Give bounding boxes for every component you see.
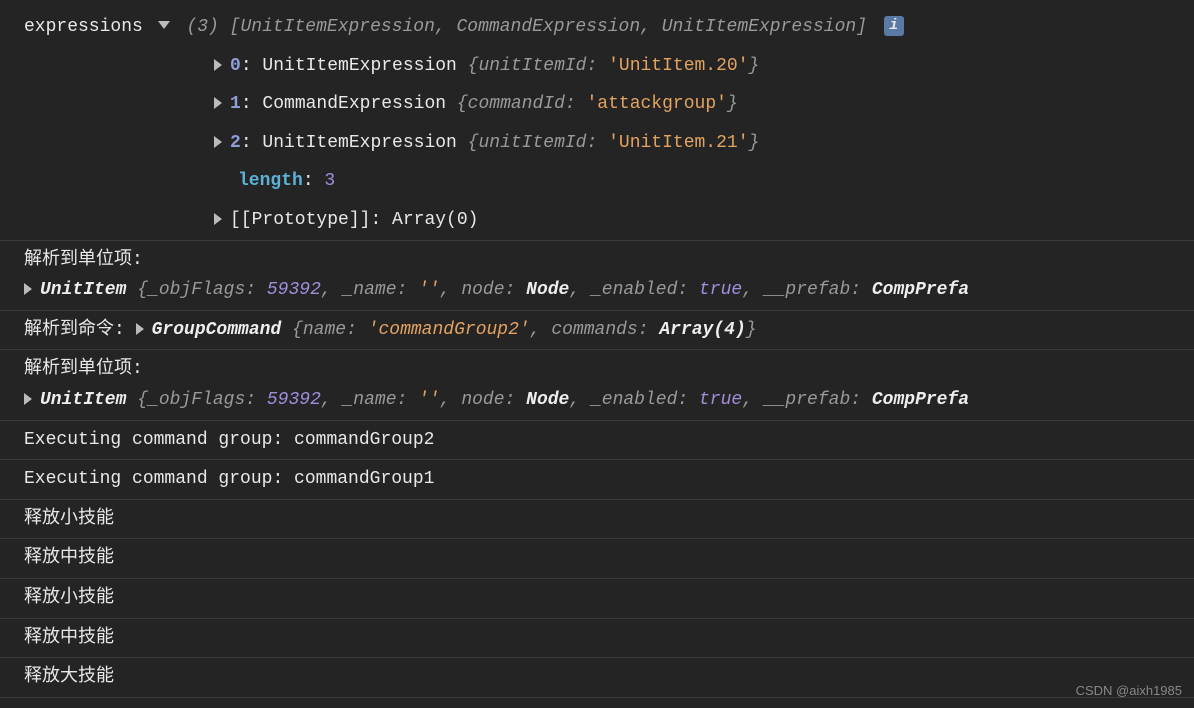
object-type: UnitItem [40,280,137,300]
expand-collapse-icon[interactable] [158,21,170,29]
info-icon[interactable]: i [884,16,904,36]
log-unit-item[interactable]: 解析到单位项: UnitItem {_objFlags: 59392, _nam… [0,350,1194,420]
array-index: 1 [230,94,241,114]
expand-icon[interactable] [24,283,32,295]
prototype-value: Array(0) [392,210,478,230]
object-type: UnitItem [40,390,137,410]
expand-icon[interactable] [214,136,222,148]
expand-icon[interactable] [136,323,144,335]
object-type: GroupCommand [152,320,292,340]
length-row[interactable]: length: 3 [0,162,1194,201]
property-key: commandId: [468,94,587,114]
expand-icon[interactable] [214,213,222,225]
array-index: 0 [230,56,241,76]
prototype-key: [[Prototype]] [230,210,370,230]
array-index: 2 [230,133,241,153]
property-value: 'attackgroup' [587,94,727,114]
watermark: CSDN @aixh1985 [1076,680,1182,702]
expand-icon[interactable] [214,97,222,109]
array-summary-types: [UnitItemExpression, CommandExpression, … [230,17,867,37]
property-name: expressions [24,17,143,37]
length-key: length [238,171,303,191]
log-message[interactable]: 释放中技能 [0,539,1194,579]
log-message[interactable]: 释放小技能 [0,579,1194,619]
log-label: 解析到单位项: [24,250,143,270]
expand-icon[interactable] [24,393,32,405]
console-output: expressions (3) [UnitItemExpression, Com… [0,0,1194,706]
log-label: 解析到单位项: [24,359,143,379]
log-message[interactable]: 释放中技能 [0,619,1194,659]
length-value: 3 [324,171,335,191]
object-type: UnitItemExpression [262,133,467,153]
object-header-row[interactable]: expressions (3) [UnitItemExpression, Com… [0,8,1194,47]
property-value: 'UnitItem.20' [608,56,748,76]
log-label: 解析到命令: [24,320,136,340]
expand-icon[interactable] [214,59,222,71]
log-message[interactable]: Executing command group: commandGroup1 [0,460,1194,500]
log-command[interactable]: 解析到命令: GroupCommand {name: 'commandGroup… [0,311,1194,351]
log-message[interactable]: Executing command group: commandGroup2 [0,421,1194,461]
array-item-row[interactable]: 2: UnitItemExpression {unitItemId: 'Unit… [0,124,1194,163]
array-item-row[interactable]: 0: UnitItemExpression {unitItemId: 'Unit… [0,47,1194,86]
object-type: CommandExpression [262,94,456,114]
prototype-row[interactable]: [[Prototype]]: Array(0) [0,201,1194,241]
log-message[interactable]: 释放大技能 [0,658,1194,698]
log-message[interactable]: 释放小技能 [0,500,1194,540]
log-unit-item[interactable]: 解析到单位项: UnitItem {_objFlags: 59392, _nam… [0,241,1194,311]
array-count: (3) [186,17,218,37]
property-key: unitItemId: [478,133,608,153]
property-value: 'UnitItem.21' [608,133,748,153]
property-key: unitItemId: [478,56,608,76]
object-type: UnitItemExpression [262,56,467,76]
array-item-row[interactable]: 1: CommandExpression {commandId: 'attack… [0,85,1194,124]
